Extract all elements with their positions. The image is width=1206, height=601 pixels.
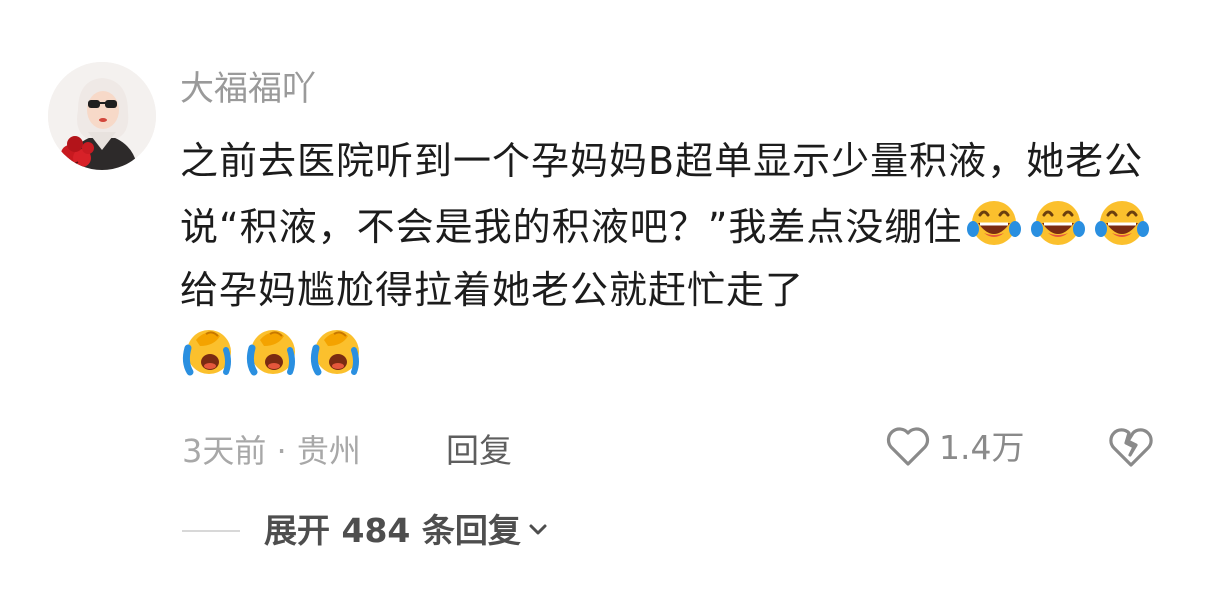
- comment-text: 之前去医院听到一个孕妈妈B超单显示少量积液，她老公说“积液，不会是我的积液吧？”…: [180, 130, 1170, 388]
- laugh-cry-emoji-icon: [1030, 193, 1086, 249]
- loudly-crying-emoji-icon: [308, 322, 364, 378]
- like-button[interactable]: 1.4万: [885, 425, 1024, 471]
- loudly-crying-emoji-icon: [180, 322, 236, 378]
- divider: [182, 530, 240, 532]
- broken-heart-icon: [1108, 428, 1154, 473]
- username[interactable]: 大福福吖: [180, 64, 316, 114]
- reply-button[interactable]: 回复: [446, 428, 512, 474]
- comment-text-part-2: 给孕妈尴尬得拉着她老公就赶忙走了: [180, 268, 805, 312]
- laugh-cry-emoji-icon: [966, 193, 1022, 249]
- laugh-cry-emoji-icon: [1094, 193, 1150, 249]
- avatar[interactable]: [48, 62, 156, 170]
- heart-outline-icon: [885, 425, 931, 471]
- comment-time-location: 3天前 · 贵州: [182, 432, 361, 470]
- avatar-image: [48, 62, 156, 170]
- loudly-crying-emoji-icon: [244, 322, 300, 378]
- like-count: 1.4万: [939, 428, 1025, 467]
- dislike-button[interactable]: [1108, 425, 1154, 473]
- expand-replies-row: 展开 484 条回复: [182, 508, 549, 554]
- expand-replies-button[interactable]: 展开 484 条回复: [264, 508, 549, 554]
- expand-replies-label: 展开 484 条回复: [264, 511, 521, 550]
- chevron-down-icon: [527, 521, 549, 541]
